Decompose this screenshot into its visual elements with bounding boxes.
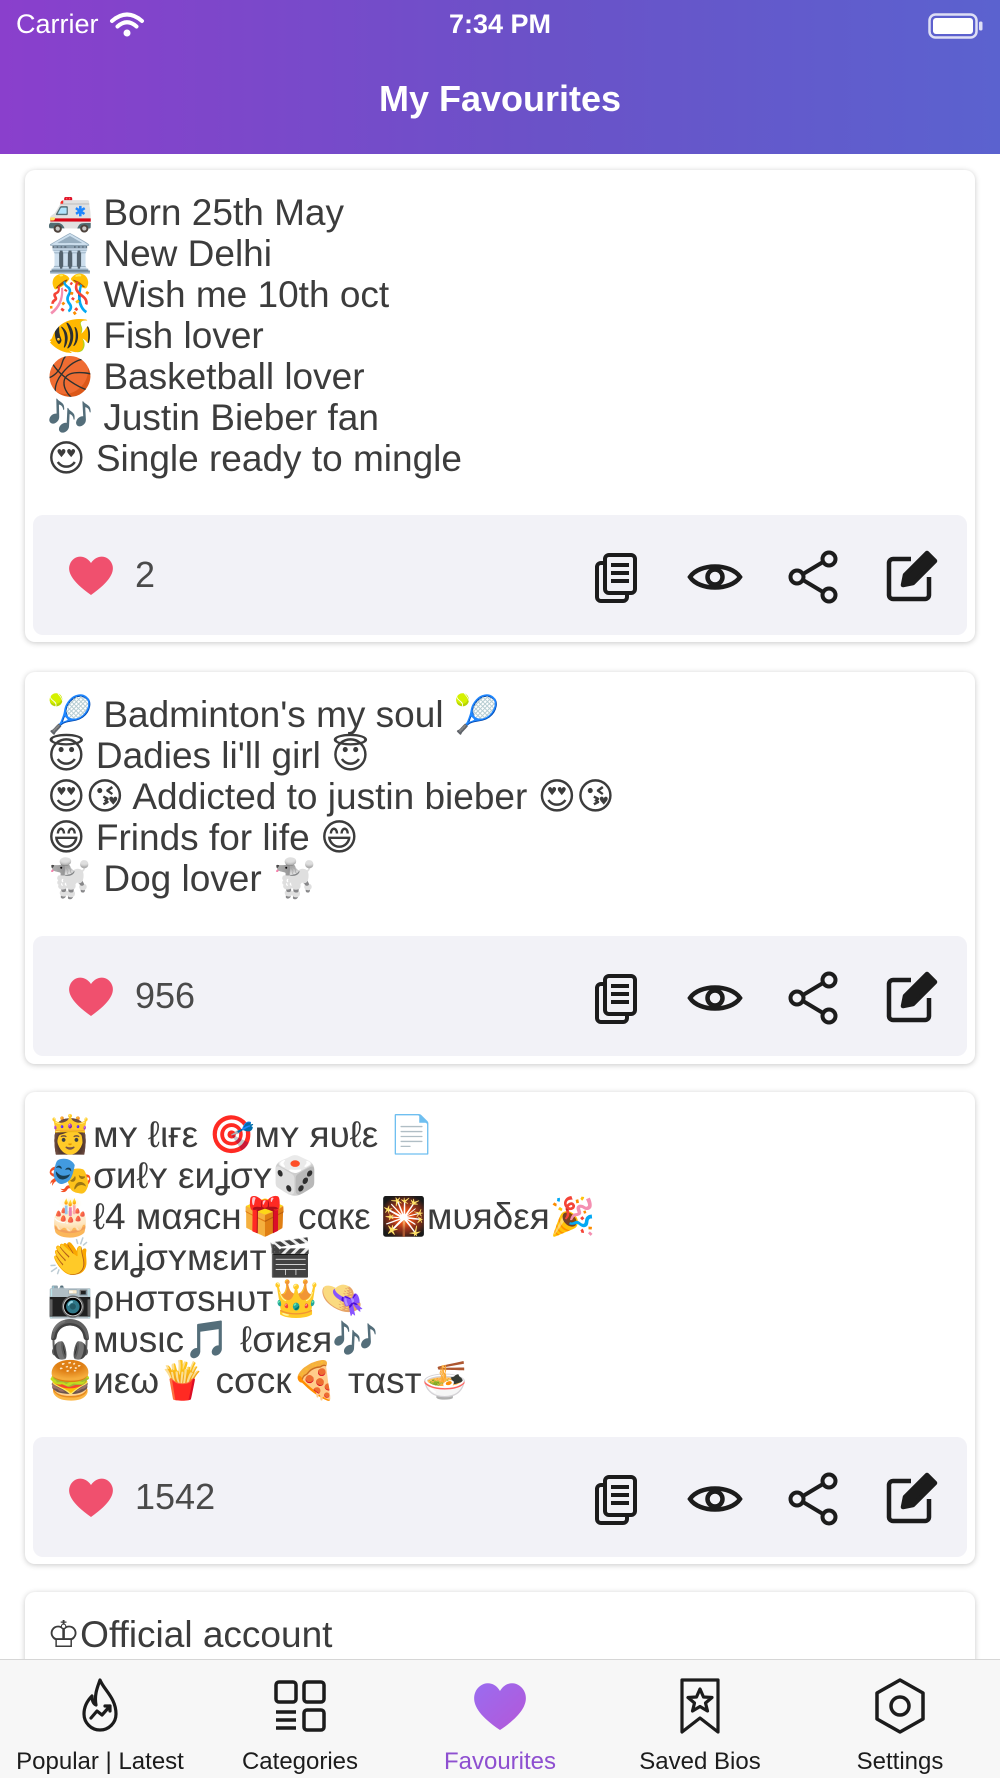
eye-icon <box>687 564 743 590</box>
edit-button[interactable] <box>883 549 939 605</box>
bio-text: ♔Official account <box>47 1614 333 1655</box>
tab-settings[interactable]: Settings <box>800 1660 1000 1778</box>
tab-bar: Popular | Latest Categories Favourites S… <box>0 1659 1000 1778</box>
share-icon <box>788 971 838 1025</box>
like-count: 956 <box>135 975 196 1016</box>
edit-button[interactable] <box>883 1471 939 1527</box>
copy-button[interactable] <box>589 970 645 1026</box>
tab-categories[interactable]: Categories <box>200 1660 400 1778</box>
copy-icon <box>595 1475 637 1525</box>
like-group: 956 <box>67 974 195 1018</box>
copy-button[interactable] <box>589 549 645 605</box>
heart-icon <box>474 1683 526 1730</box>
tab-label: Favourites <box>443 1748 557 1775</box>
edit-icon <box>886 971 938 1023</box>
page-title: My Favourites <box>378 78 622 119</box>
copy-button[interactable] <box>589 1471 645 1527</box>
bio-card: ♔Official account <box>25 1592 975 1659</box>
grid-icon <box>274 1680 326 1732</box>
status-time: 7:34 PM <box>448 9 552 39</box>
flame-icon <box>82 1678 118 1732</box>
card-action-bar: 1542 <box>33 1437 967 1557</box>
bookmark-star-icon <box>680 1678 720 1734</box>
like-heart-icon[interactable] <box>67 1475 115 1519</box>
tab-label: Popular | Latest <box>16 1748 184 1775</box>
tab-saved-bios[interactable]: Saved Bios <box>600 1660 800 1778</box>
card-action-bar: 2 <box>33 515 967 635</box>
view-button[interactable] <box>687 970 743 1026</box>
eye-icon <box>687 1486 743 1512</box>
share-icon <box>788 550 838 604</box>
card-actions <box>589 549 939 605</box>
copy-icon <box>595 974 637 1024</box>
tab-favourites[interactable]: Favourites <box>400 1660 600 1778</box>
share-icon <box>788 1472 838 1526</box>
tab-label: Settings <box>856 1748 944 1775</box>
tab-label: Categories <box>241 1748 359 1775</box>
card-actions <box>589 970 939 1026</box>
copy-icon <box>595 553 637 603</box>
tab-label: Saved Bios <box>639 1748 761 1775</box>
bio-text: 🚑 Born 25th May 🏛️ New Delhi 🎊 Wish me 1… <box>47 192 462 479</box>
bio-text: 👸ᴍʏ ℓιғε 🎯ᴍʏ яυℓε 📄 🎭σиℓʏ εиʝσʏ🎲 🎂ℓ4 мαя… <box>47 1114 596 1401</box>
bio-text: 🎾 Badminton's my soul 🎾 😇 Dadies li'll g… <box>47 694 615 899</box>
like-count: 1542 <box>135 1476 216 1517</box>
card-action-bar: 956 <box>33 936 967 1056</box>
share-button[interactable] <box>785 970 841 1026</box>
header: Carrier 7:34 PM My Favourites <box>0 0 1000 154</box>
bio-card: 🎾 Badminton's my soul 🎾 😇 Dadies li'll g… <box>25 672 975 1064</box>
tab-popular-latest[interactable]: Popular | Latest <box>0 1660 200 1778</box>
share-button[interactable] <box>785 549 841 605</box>
card-actions <box>589 1471 939 1527</box>
like-group: 2 <box>67 553 155 597</box>
status-bar: Carrier 7:34 PM <box>0 0 1000 52</box>
like-heart-icon[interactable] <box>67 974 115 1018</box>
like-heart-icon[interactable] <box>67 553 115 597</box>
edit-icon <box>886 550 938 602</box>
edit-button[interactable] <box>883 970 939 1026</box>
like-group: 1542 <box>67 1475 215 1519</box>
view-button[interactable] <box>687 549 743 605</box>
edit-icon <box>886 1472 938 1524</box>
eye-icon <box>687 985 743 1011</box>
hexagon-gear-icon <box>875 1678 925 1734</box>
bio-card: 👸ᴍʏ ℓιғε 🎯ᴍʏ яυℓε 📄 🎭σиℓʏ εиʝσʏ🎲 🎂ℓ4 мαя… <box>25 1092 975 1564</box>
screen: Carrier 7:34 PM My Favourites 🚑 Born 25t… <box>0 0 1000 1778</box>
battery-icon <box>928 13 983 39</box>
like-count: 2 <box>135 554 156 595</box>
share-button[interactable] <box>785 1471 841 1527</box>
bio-card: 🚑 Born 25th May 🏛️ New Delhi 🎊 Wish me 1… <box>25 170 975 642</box>
view-button[interactable] <box>687 1471 743 1527</box>
bio-feed[interactable]: 🚑 Born 25th May 🏛️ New Delhi 🎊 Wish me 1… <box>0 154 1000 1659</box>
